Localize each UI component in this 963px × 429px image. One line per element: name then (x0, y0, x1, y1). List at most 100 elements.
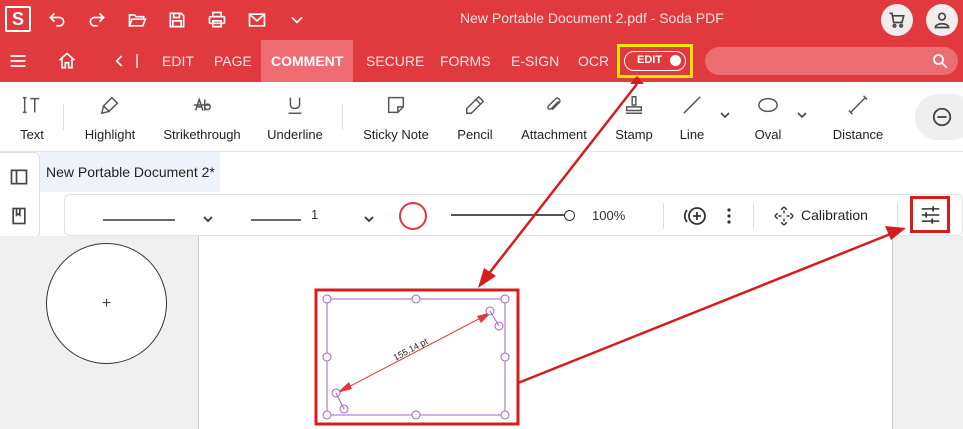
stroke-color-swatch[interactable] (399, 202, 427, 230)
add-circle-icon[interactable] (684, 205, 708, 227)
underline-tool[interactable]: Underline (264, 92, 326, 142)
menu-secure[interactable]: SECURE (366, 40, 424, 82)
title-bar: S New Portable Document 2.pdf - Soda PDF (0, 0, 963, 40)
undo-icon[interactable] (45, 8, 69, 32)
chevron-down-icon[interactable] (285, 8, 309, 32)
text-tool-icon (22, 96, 40, 114)
bookmark-icon[interactable] (9, 206, 29, 226)
annotation-properties-bar: 1 100% Calibration (64, 194, 963, 236)
menu-bar: EDIT PAGE COMMENT SECURE FORMS E-SIGN OC… (0, 40, 963, 82)
account-button[interactable] (926, 4, 958, 36)
document-tab[interactable]: New Portable Document 2* (40, 152, 220, 192)
distance-tool-label: Distance (832, 127, 884, 142)
edit-mode-toggle[interactable]: EDIT (624, 51, 686, 71)
menu-page[interactable]: PAGE (214, 40, 252, 82)
properties-settings-button[interactable] (910, 196, 950, 233)
menu-esign[interactable]: E-SIGN (511, 40, 559, 82)
opacity-slider-track (451, 214, 569, 216)
chevron-down-icon (364, 216, 374, 223)
comment-toolbar: Text Highlight Strikethrough Underline S… (0, 82, 963, 152)
line-tool-label: Line (679, 127, 705, 142)
cart-button[interactable] (881, 4, 913, 36)
calibration-label: Calibration (801, 207, 868, 223)
more-options-icon[interactable] (723, 206, 735, 226)
home-icon[interactable] (55, 49, 79, 73)
toolbar-divider (63, 104, 64, 130)
attachment-tool-label: Attachment (521, 127, 587, 142)
edit-toggle-highlight: EDIT (617, 44, 693, 78)
sticky-note-tool-label: Sticky Note (363, 127, 429, 142)
stamp-icon (625, 96, 643, 114)
text-tool-label: Text (20, 127, 44, 142)
toolbar-divider (753, 203, 754, 229)
strikethrough-tool[interactable]: Strikethrough (160, 92, 244, 142)
print-icon[interactable] (205, 8, 229, 32)
text-tool[interactable]: Text (12, 92, 52, 142)
line-style-preview (103, 219, 175, 221)
menu-comment[interactable]: COMMENT (261, 40, 354, 82)
chevron-down-icon (203, 216, 213, 223)
oval-options-chevron-icon[interactable] (797, 110, 807, 120)
search-icon[interactable] (931, 52, 949, 70)
opacity-slider-handle[interactable] (564, 210, 575, 221)
menu-ocr[interactable]: OCR (578, 40, 609, 82)
soda-pdf-logo[interactable]: S (5, 6, 31, 32)
shape-preview: + (46, 243, 167, 364)
strikethrough-icon (193, 97, 211, 111)
menu-forms[interactable]: FORMS (440, 40, 491, 82)
email-icon[interactable] (245, 8, 269, 32)
toolbar-divider (897, 203, 898, 229)
distance-tool[interactable]: Distance (830, 92, 886, 142)
zoom-out-button[interactable] (915, 94, 963, 140)
line-width-preview (251, 219, 301, 221)
pencil-icon (466, 95, 485, 114)
redo-icon[interactable] (85, 8, 109, 32)
user-icon (934, 12, 950, 29)
highlighter-icon (100, 96, 119, 115)
attachment-tool[interactable]: Attachment (518, 92, 590, 142)
edit-toggle-label: EDIT (637, 54, 663, 66)
hamburger-menu-icon[interactable] (6, 49, 30, 73)
oval-tool-label: Oval (754, 127, 782, 142)
stamp-tool[interactable]: Stamp (612, 92, 656, 142)
cart-icon (889, 12, 905, 28)
distance-icon (848, 95, 868, 115)
strikethrough-tool-label: Strikethrough (163, 127, 241, 142)
open-folder-icon[interactable] (125, 8, 149, 32)
stamp-tool-label: Stamp (615, 127, 653, 142)
menu-edit[interactable]: EDIT (162, 40, 194, 82)
menu-divider (136, 54, 138, 68)
window-title: New Portable Document 2.pdf - Soda PDF (460, 10, 724, 26)
underline-tool-label: Underline (267, 127, 323, 142)
save-icon[interactable] (165, 8, 189, 32)
toolbar-divider (663, 203, 664, 229)
pencil-tool-label: Pencil (457, 127, 493, 142)
oval-icon (758, 97, 778, 113)
oval-tool[interactable]: Oval (752, 92, 784, 142)
search-input[interactable] (705, 47, 958, 75)
minus-circle-icon (932, 107, 952, 127)
crosshair-icon: + (101, 295, 112, 312)
line-style-select[interactable] (95, 199, 215, 231)
opacity-slider[interactable] (449, 207, 577, 223)
underline-icon (288, 97, 302, 114)
sticky-note-tool[interactable]: Sticky Note (360, 92, 432, 142)
line-width-value: 1 (311, 207, 319, 222)
pdf-page[interactable] (198, 236, 893, 429)
left-panel (0, 152, 40, 238)
move-arrows-icon (774, 206, 794, 226)
pencil-tool[interactable]: Pencil (452, 92, 498, 142)
line-options-chevron-icon[interactable] (720, 110, 730, 120)
highlight-tool[interactable]: Highlight (80, 92, 140, 142)
line-tool[interactable]: Line (676, 92, 708, 142)
scroll-left-icon[interactable] (108, 49, 132, 73)
paperclip-icon (547, 97, 561, 111)
sidebar-toggle-icon[interactable] (9, 167, 29, 187)
opacity-value: 100% (592, 208, 626, 223)
line-icon (683, 96, 701, 114)
highlight-tool-label: Highlight (84, 127, 136, 142)
toolbar-divider (342, 104, 343, 130)
calibration-button[interactable]: Calibration (771, 201, 881, 231)
line-width-select[interactable]: 1 (245, 199, 377, 231)
sticky-note-icon (387, 96, 405, 114)
